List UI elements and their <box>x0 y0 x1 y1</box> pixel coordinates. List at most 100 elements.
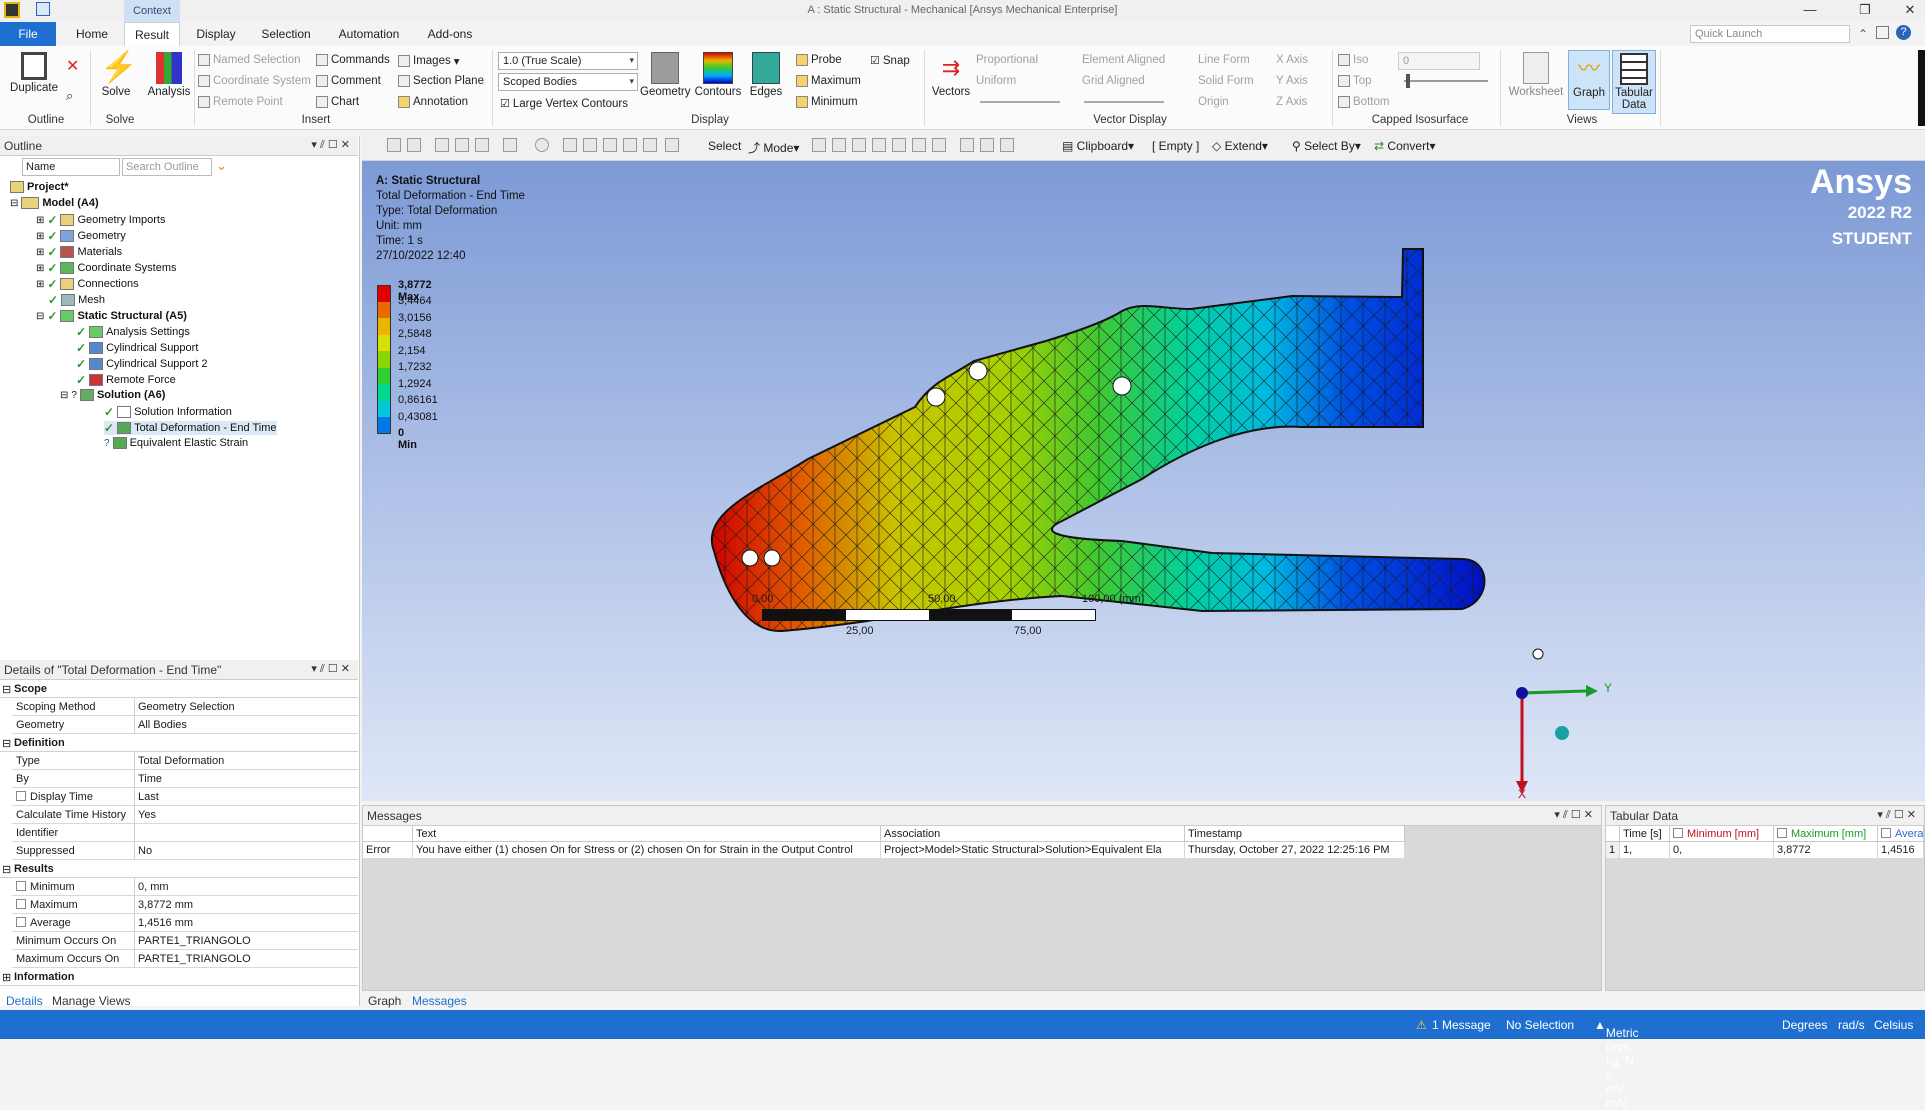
select-edge-icon[interactable] <box>832 138 846 152</box>
zoom-in-icon[interactable] <box>387 138 401 152</box>
solid-form-button[interactable]: Solid Form <box>1198 75 1254 87</box>
status-units[interactable]: ▲ Metric (mm, kg, N, s, mV, mA) <box>1594 1018 1639 1110</box>
search-options-icon[interactable]: ⌄ <box>216 158 227 174</box>
tabular-col-average[interactable]: Avera <box>1878 826 1924 842</box>
vector-length-slider[interactable] <box>980 101 1060 103</box>
solid-icon[interactable] <box>455 138 469 152</box>
tree-item-cylindrical-support[interactable]: ✓ Cylindrical Support <box>76 341 198 355</box>
tree-item-total-deformation[interactable]: ✓ Total Deformation - End Time <box>104 421 277 435</box>
tabular-col-time[interactable]: Time [s] <box>1620 826 1670 842</box>
graph-button[interactable]: 〰 Graph <box>1568 50 1610 110</box>
clipboard-button[interactable]: ▤ Clipboard▾ <box>1062 139 1134 153</box>
grid-density-slider[interactable] <box>1084 101 1164 103</box>
snap-checkbox[interactable]: ☑ Snap <box>870 54 910 68</box>
iso-slider-handle[interactable] <box>1406 74 1410 88</box>
select-element-icon[interactable] <box>912 138 926 152</box>
coordinate-system-button[interactable]: Coordinate System <box>198 75 311 87</box>
remote-point-button[interactable]: Remote Point <box>198 96 283 108</box>
line-form-button[interactable]: Line Form <box>1198 54 1250 66</box>
tree-item-geometry-imports[interactable]: ⊞ ✓ Geometry Imports <box>36 213 165 227</box>
messages-col-association[interactable]: Association <box>881 826 1185 842</box>
tabular-col-minimum[interactable]: Minimum [mm] <box>1670 826 1774 842</box>
status-degrees[interactable]: Degrees <box>1782 1018 1827 1032</box>
duplicate-button[interactable]: Duplicate <box>8 52 60 94</box>
proportional-button[interactable]: Proportional <box>976 54 1038 66</box>
details-row-display-time[interactable]: Display Time Last <box>12 788 358 806</box>
collapse-ribbon-icon[interactable]: ⌃ <box>1858 27 1868 41</box>
details-row-minimum-occurs-on[interactable]: Minimum Occurs On PARTE1_TRIANGOLO <box>12 932 358 950</box>
explode-icon[interactable] <box>960 138 974 152</box>
tab-home[interactable]: Home <box>70 22 114 46</box>
tree-item-geometry[interactable]: ⊞ ✓ Geometry <box>36 229 126 243</box>
images-button[interactable]: Images ▾ <box>398 54 460 68</box>
edges-button[interactable]: Edges <box>744 52 788 98</box>
fit-icon[interactable] <box>623 138 637 152</box>
geometry-button[interactable]: Geometry <box>640 52 691 98</box>
magnifier-icon[interactable] <box>643 138 657 152</box>
tree-item-materials[interactable]: ⊞ ✓ Materials <box>36 245 122 259</box>
details-section-scope[interactable]: ⊟ Scope <box>0 680 358 698</box>
z-axis-button[interactable]: Z Axis <box>1276 96 1307 108</box>
minimum-button[interactable]: Minimum <box>796 96 858 108</box>
message-association[interactable]: Project>Model>Static Structural>Solution… <box>881 842 1185 858</box>
restore-icon[interactable]: ❐ <box>1850 2 1880 20</box>
vectors-button[interactable]: ⇉ Vectors <box>928 52 974 98</box>
mode-button[interactable]: ⤴ Mode▾ <box>748 139 799 156</box>
worksheet-button[interactable]: Worksheet <box>1508 52 1564 98</box>
details-row-geometry[interactable]: Geometry All Bodies <box>12 716 358 734</box>
contours-button[interactable]: Contours <box>692 52 744 98</box>
help-icon[interactable]: ? <box>1896 25 1911 40</box>
named-selection-button[interactable]: Named Selection <box>198 54 301 66</box>
status-rads[interactable]: rad/s <box>1838 1018 1865 1032</box>
details-section-information[interactable]: ⊞ Information <box>0 968 358 986</box>
zoom-out-icon[interactable] <box>407 138 421 152</box>
tabular-cell-time[interactable]: 1, <box>1620 842 1670 858</box>
tree-item-mesh[interactable]: ✓ Mesh <box>48 293 105 307</box>
tree-item-static-structural[interactable]: ⊟ ✓ Static Structural (A5) <box>36 309 187 323</box>
chart-button[interactable]: Chart <box>316 96 359 108</box>
status-message-count[interactable]: 1 Message <box>1432 1018 1491 1032</box>
convert-button[interactable]: ⇄ Convert▾ <box>1374 139 1435 153</box>
label-icon[interactable] <box>1000 138 1014 152</box>
origin-button[interactable]: Origin <box>1198 96 1229 108</box>
minimize-icon[interactable]: — <box>1795 2 1825 20</box>
annotation-button[interactable]: Annotation <box>398 96 468 108</box>
zoom-box-icon[interactable] <box>603 138 617 152</box>
select-button[interactable]: Select <box>708 139 741 153</box>
tabular-col-maximum[interactable]: Maximum [mm] <box>1774 826 1878 842</box>
probe-button[interactable]: Probe <box>796 54 842 66</box>
tree-item-solution-information[interactable]: ✓ Solution Information <box>104 405 232 419</box>
axis-triad[interactable] <box>1512 681 1622 801</box>
tab-display[interactable]: Display <box>190 22 242 46</box>
details-row-average[interactable]: Average 1,4516 mm <box>12 914 358 932</box>
find-icon[interactable]: ⌕ <box>66 88 73 104</box>
select-vertex-icon[interactable] <box>812 138 826 152</box>
wireframe-icon[interactable] <box>475 138 489 152</box>
scale-dropdown[interactable]: 1.0 (True Scale) <box>498 52 638 70</box>
tree-item-coordinate-systems[interactable]: ⊞ ✓ Coordinate Systems <box>36 261 177 275</box>
cube-icon[interactable] <box>435 138 449 152</box>
tabular-cell-minimum[interactable]: 0, <box>1670 842 1774 858</box>
box-select-icon[interactable] <box>503 138 517 152</box>
tabular-cell-average[interactable]: 1,4516 <box>1878 842 1924 858</box>
tree-item-equivalent-elastic-strain[interactable]: ? Equivalent Elastic Strain <box>104 437 248 449</box>
tab-manage-views[interactable]: Manage Views <box>52 994 131 1010</box>
extend-button[interactable]: ◇ Extend▾ <box>1212 139 1268 153</box>
tab-messages[interactable]: Messages <box>412 994 467 1010</box>
tree-item-cylindrical-support-2[interactable]: ✓ Cylindrical Support 2 <box>76 357 208 371</box>
measure-icon[interactable] <box>980 138 994 152</box>
solve-button[interactable]: ⚡ Solve <box>96 52 137 99</box>
details-row-scoping-method[interactable]: Scoping Method Geometry Selection <box>12 698 358 716</box>
analysis-button[interactable]: Analysis <box>146 52 192 98</box>
details-row-maximum-occurs-on[interactable]: Maximum Occurs On PARTE1_TRIANGOLO <box>12 950 358 968</box>
details-row-minimum[interactable]: Minimum 0, mm <box>12 878 358 896</box>
delete-icon[interactable]: ✕ <box>66 56 79 76</box>
y-axis-button[interactable]: Y Axis <box>1276 75 1308 87</box>
select-node-icon[interactable] <box>892 138 906 152</box>
element-aligned-button[interactable]: Element Aligned <box>1082 54 1165 66</box>
select-body-icon[interactable] <box>872 138 886 152</box>
details-row-calculate-time-history[interactable]: Calculate Time History Yes <box>12 806 358 824</box>
details-row-by[interactable]: By Time <box>12 770 358 788</box>
x-axis-button[interactable]: X Axis <box>1276 54 1308 66</box>
zoom-icon[interactable] <box>583 138 597 152</box>
